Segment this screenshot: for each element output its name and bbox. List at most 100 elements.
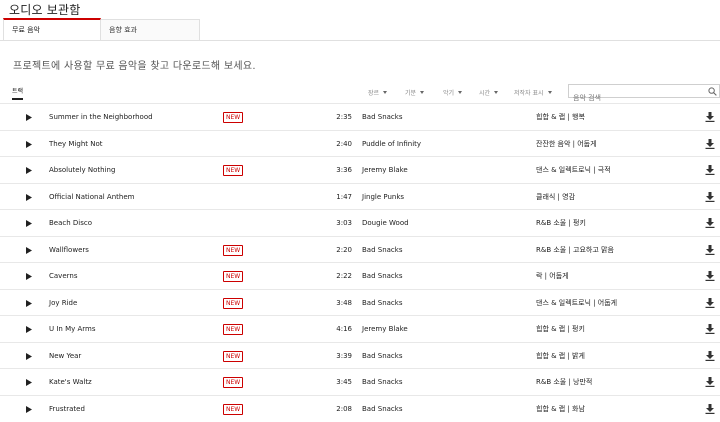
track-duration: 2:20 <box>336 245 352 254</box>
tab-tracks[interactable]: 트랙 <box>12 86 24 100</box>
track-duration: 2:35 <box>336 113 352 121</box>
caret-down-icon <box>494 91 499 94</box>
track-title[interactable]: New Year <box>49 343 81 369</box>
track-duration: 2:08 <box>336 404 352 413</box>
track-artist[interactable]: Bad Snacks <box>362 263 402 289</box>
track-title[interactable]: Summer in the Neighborhood <box>49 104 153 130</box>
filter-instrument[interactable]: 악기 <box>443 88 463 97</box>
play-icon <box>26 352 32 360</box>
new-badge: NEW <box>223 271 244 282</box>
track-artist[interactable]: Jeremy Blake <box>362 157 408 183</box>
download-button[interactable] <box>705 263 715 289</box>
play-icon <box>26 326 32 333</box>
track-artist[interactable]: Dougie Wood <box>362 210 409 236</box>
track-genre-mood: 잔잔한 음악 | 어둡게 <box>536 139 597 148</box>
track-title[interactable]: U In My Arms <box>49 316 96 342</box>
new-badge: NEW <box>223 112 244 123</box>
track-title[interactable]: Caverns <box>49 263 77 289</box>
track-row[interactable]: Official National Anthem 1:47 Jingle Punks… <box>0 182 720 210</box>
play-button[interactable] <box>26 104 34 130</box>
play-button[interactable] <box>26 263 34 289</box>
track-artist[interactable]: Bad Snacks <box>362 290 402 316</box>
tab-free-music[interactable]: 무료 음악 <box>3 18 101 40</box>
play-button[interactable] <box>26 184 34 210</box>
track-row[interactable]: Kate's Waltz NEW 3:45 Bad Snacks R&B 소울 | 낭만… <box>0 368 720 395</box>
track-genre-mood: R&B 소울 | 고요하고 맑음 <box>536 245 614 254</box>
tab-sound-effects[interactable]: 음향 효과 <box>101 19 200 40</box>
filter-toolbar: 트랙 장르 기분 악기 시간 저작자 표시 <box>0 84 720 104</box>
track-title[interactable]: Frustrated <box>49 396 85 422</box>
track-artist[interactable]: Jeremy Blake <box>362 316 408 342</box>
play-icon <box>26 405 32 413</box>
page-description: 프로젝트에 사용할 무료 음악을 찾고 다운로드해 보세요. <box>13 61 256 72</box>
track-row[interactable]: New Year NEW 3:39 Bad Snacks 힙합 & 랩 | 밝게 <box>0 341 720 369</box>
track-genre-mood: 힙합 & 랩 | 펑키 <box>536 325 585 333</box>
track-row[interactable]: They Might Not 2:40 Puddle of Infinity 잔잔한 … <box>0 129 720 157</box>
track-artist[interactable]: Bad Snacks <box>362 237 402 263</box>
download-button[interactable] <box>705 290 715 316</box>
download-icon <box>705 218 715 228</box>
download-button[interactable] <box>705 210 715 236</box>
download-button[interactable] <box>705 369 715 395</box>
search-box <box>568 84 720 104</box>
play-icon <box>26 299 32 307</box>
track-row[interactable]: Wallflowers NEW 2:20 Bad Snacks R&B 소울 | 고요하… <box>0 235 720 263</box>
download-icon <box>705 297 715 308</box>
download-button[interactable] <box>705 131 715 157</box>
play-icon <box>26 220 32 227</box>
play-button[interactable] <box>26 157 34 183</box>
track-row[interactable]: U In My Arms NEW 4:16 Jeremy Blake 힙합 & 랩 | … <box>0 315 720 342</box>
track-row[interactable]: Summer in the Neighborhood NEW 2:35 Bad Sna… <box>0 103 720 130</box>
play-button[interactable] <box>26 369 34 395</box>
track-duration: 3:36 <box>336 166 352 174</box>
track-artist[interactable]: Puddle of Infinity <box>362 131 421 157</box>
download-button[interactable] <box>705 184 715 210</box>
filter-mood[interactable]: 기분 <box>405 88 425 97</box>
play-button[interactable] <box>26 290 34 316</box>
download-button[interactable] <box>705 316 715 342</box>
track-title[interactable]: Official National Anthem <box>49 184 134 210</box>
new-badge: NEW <box>223 165 244 176</box>
track-duration: 2:22 <box>336 272 352 280</box>
track-row[interactable]: Joy Ride NEW 3:48 Bad Snacks 댄스 & 일렉트로닉 | 어둡… <box>0 288 720 316</box>
track-row[interactable]: Caverns NEW 2:22 Bad Snacks 락 | 어둡게 <box>0 262 720 289</box>
track-artist[interactable]: Bad Snacks <box>362 104 402 130</box>
new-badge: NEW <box>223 324 244 335</box>
track-row[interactable]: Absolutely Nothing NEW 3:36 Jeremy Blake 댄스 … <box>0 156 720 183</box>
play-button[interactable] <box>26 343 34 369</box>
filter-duration[interactable]: 시간 <box>479 88 499 97</box>
play-button[interactable] <box>26 396 34 422</box>
track-row[interactable]: Beach Disco 3:03 Dougie Wood R&B 소울 | 펑키 <box>0 209 720 236</box>
download-button[interactable] <box>705 343 715 369</box>
download-button[interactable] <box>705 157 715 183</box>
track-title[interactable]: They Might Not <box>49 131 102 157</box>
track-title[interactable]: Joy Ride <box>49 290 77 316</box>
play-button[interactable] <box>26 316 34 342</box>
track-artist[interactable]: Bad Snacks <box>362 396 402 422</box>
filter-instrument-label: 악기 <box>443 90 455 97</box>
search-icon[interactable] <box>708 87 717 96</box>
filter-genre[interactable]: 장르 <box>368 88 388 97</box>
play-button[interactable] <box>26 210 34 236</box>
track-duration: 3:48 <box>336 298 352 307</box>
track-artist[interactable]: Bad Snacks <box>362 369 402 395</box>
track-title[interactable]: Wallflowers <box>49 237 89 263</box>
filter-duration-label: 시간 <box>479 90 491 97</box>
play-button[interactable] <box>26 131 34 157</box>
filter-attribution[interactable]: 저작자 표시 <box>514 88 552 97</box>
download-button[interactable] <box>705 237 715 263</box>
track-title[interactable]: Absolutely Nothing <box>49 157 115 183</box>
track-genre-mood: 클래식 | 영감 <box>536 192 576 201</box>
track-artist[interactable]: Jingle Punks <box>362 184 404 210</box>
caret-down-icon <box>547 91 552 94</box>
track-duration: 4:16 <box>336 325 352 333</box>
track-row[interactable]: Frustrated NEW 2:08 Bad Snacks 힙합 & 랩 | 화남 <box>0 394 720 422</box>
play-icon <box>26 167 32 174</box>
download-button[interactable] <box>705 104 715 130</box>
play-button[interactable] <box>26 237 34 263</box>
download-button[interactable] <box>705 396 715 422</box>
track-artist[interactable]: Bad Snacks <box>362 343 402 369</box>
track-title[interactable]: Kate's Waltz <box>49 369 92 395</box>
track-title[interactable]: Beach Disco <box>49 210 92 236</box>
caret-down-icon <box>458 91 463 94</box>
